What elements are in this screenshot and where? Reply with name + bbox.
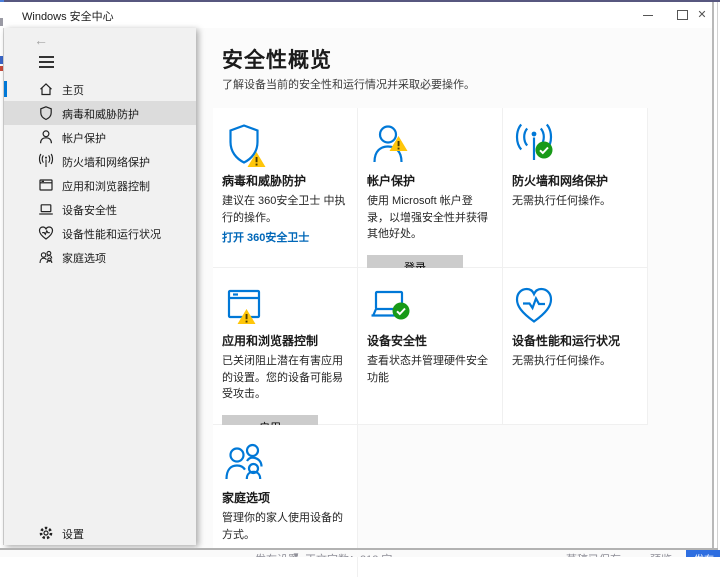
warning-badge-icon [247,151,266,168]
firewall-icon [512,122,558,166]
background-app-statusbar: 发布设置 ▼ 正文字数：212 字 草稿已保存 预览 发布 [0,550,720,557]
back-icon: ← [34,32,48,48]
sidebar-item-label: 设置 [62,526,84,542]
page-title: 安全性概览 [222,44,332,74]
card-title: 应用和浏览器控制 [222,332,349,349]
health-heart-icon [38,225,54,241]
card-firewall-network: 防火墙和网络保护 无需执行任何操作。 [503,108,648,268]
health-heart-icon [512,282,558,326]
card-description: 无需执行任何操作。 [512,353,638,370]
person-icon [367,122,413,166]
warning-badge-icon [237,308,256,325]
publish-button-label: 发布 [694,551,714,557]
back-button[interactable]: ← [30,30,52,50]
open-360-link[interactable]: 打开 360安全卫士 [222,229,349,245]
browser-window-icon [222,282,268,326]
sidebar-item-device-security[interactable]: 设备安全性 [4,197,196,221]
card-description: 建议在 360安全卫士 中执行的操作。 [222,193,348,226]
caret-down-icon: ▼ [292,551,300,557]
home-icon [38,81,54,97]
family-icon [222,439,268,483]
sidebar-item-settings[interactable]: 设置 [4,521,196,545]
sidebar-item-home[interactable]: 主页 [4,77,196,101]
laptop-icon [367,282,413,326]
card-account-protection: 帐户保护 使用 Microsoft 帐户登录，以增强安全性并获得其他好处。 登录… [358,108,503,268]
titlebar: Windows 安全中心 ✕ [3,2,717,28]
menu-button[interactable] [38,54,60,72]
page-subtitle: 了解设备当前的安全性和运行情况并采取必要操作。 [222,76,475,92]
card-title: 设备性能和运行状况 [512,332,639,349]
sidebar-item-label: 应用和浏览器控制 [62,178,150,194]
hamburger-icon [39,56,54,58]
person-icon [38,129,54,145]
ok-badge-icon [392,302,410,320]
laptop-icon [38,201,54,217]
close-icon: ✕ [697,10,706,21]
gear-icon [38,525,54,541]
minimize-button[interactable] [631,2,665,28]
card-title: 家庭选项 [222,489,349,506]
warning-badge-icon [389,135,408,152]
card-description: 查看状态并管理硬件安全功能 [367,353,493,386]
word-count-label: 正文字数：212 字 [305,551,392,557]
sidebar-item-family-options[interactable]: 家庭选项 [4,245,196,269]
shield-icon [38,105,54,121]
draft-saved-label: 草稿已保存 [566,551,621,557]
family-icon [38,249,54,265]
sidebar-item-label: 防火墙和网络保护 [62,154,150,170]
sidebar-item-virus-threat[interactable]: 病毒和威胁防护 [4,101,196,125]
desktop-fragment [0,18,3,26]
main-content: 安全性概览 了解设备当前的安全性和运行情况并采取必要操作。 病毒和威胁防护 建议… [196,28,712,548]
window-right-border [712,2,714,549]
sidebar-item-label: 病毒和威胁防护 [62,106,139,122]
sidebar-item-label: 家庭选项 [62,250,106,266]
selection-indicator [4,81,7,97]
shield-icon [222,122,268,166]
sidebar-item-device-performance[interactable]: 设备性能和运行状况 [4,221,196,245]
card-title: 帐户保护 [367,172,494,189]
security-cards-grid: 病毒和威胁防护 建议在 360安全卫士 中执行的操作。 打开 360安全卫士 帐… [213,108,649,577]
sidebar-item-label: 帐户保护 [62,130,106,146]
card-description: 已关闭阻止潜在有害应用的设置。您的设备可能易受攻击。 [222,353,348,403]
card-title: 防火墙和网络保护 [512,172,639,189]
card-app-browser-control: 应用和浏览器控制 已关闭阻止潜在有害应用的设置。您的设备可能易受攻击。 启用 忽… [213,268,358,425]
card-device-security: 设备安全性 查看状态并管理硬件安全功能 [358,268,503,425]
navigation-sidebar: ← 主页 病毒和威胁防护 帐户保护 防火墙和网络保护 应用和浏览器控制 [4,28,196,545]
sidebar-item-label: 设备性能和运行状况 [62,226,161,242]
window-right-border [717,2,718,549]
minimize-icon [643,15,653,16]
card-title: 设备安全性 [367,332,494,349]
card-description: 使用 Microsoft 帐户登录，以增强安全性并获得其他好处。 [367,193,493,243]
firewall-icon [38,153,54,169]
sidebar-item-label: 主页 [62,82,84,98]
ok-badge-icon [535,141,553,159]
preview-button[interactable]: 预览 [650,551,672,557]
card-device-performance: 设备性能和运行状况 无需执行任何操作。 [503,268,648,425]
window-title: Windows 安全中心 [22,8,114,24]
sidebar-item-account-protection[interactable]: 帐户保护 [4,125,196,149]
sidebar-item-label: 设备安全性 [62,202,117,218]
sidebar-item-app-browser[interactable]: 应用和浏览器控制 [4,173,196,197]
card-title: 病毒和威胁防护 [222,172,349,189]
sidebar-item-firewall-network[interactable]: 防火墙和网络保护 [4,149,196,173]
browser-window-icon [38,177,54,193]
card-description: 无需执行任何操作。 [512,193,638,210]
card-virus-threat-protection: 病毒和威胁防护 建议在 360安全卫士 中执行的操作。 打开 360安全卫士 [213,108,358,268]
card-description: 管理你的家人使用设备的方式。 [222,510,348,543]
publish-button[interactable]: 发布 [686,550,720,557]
